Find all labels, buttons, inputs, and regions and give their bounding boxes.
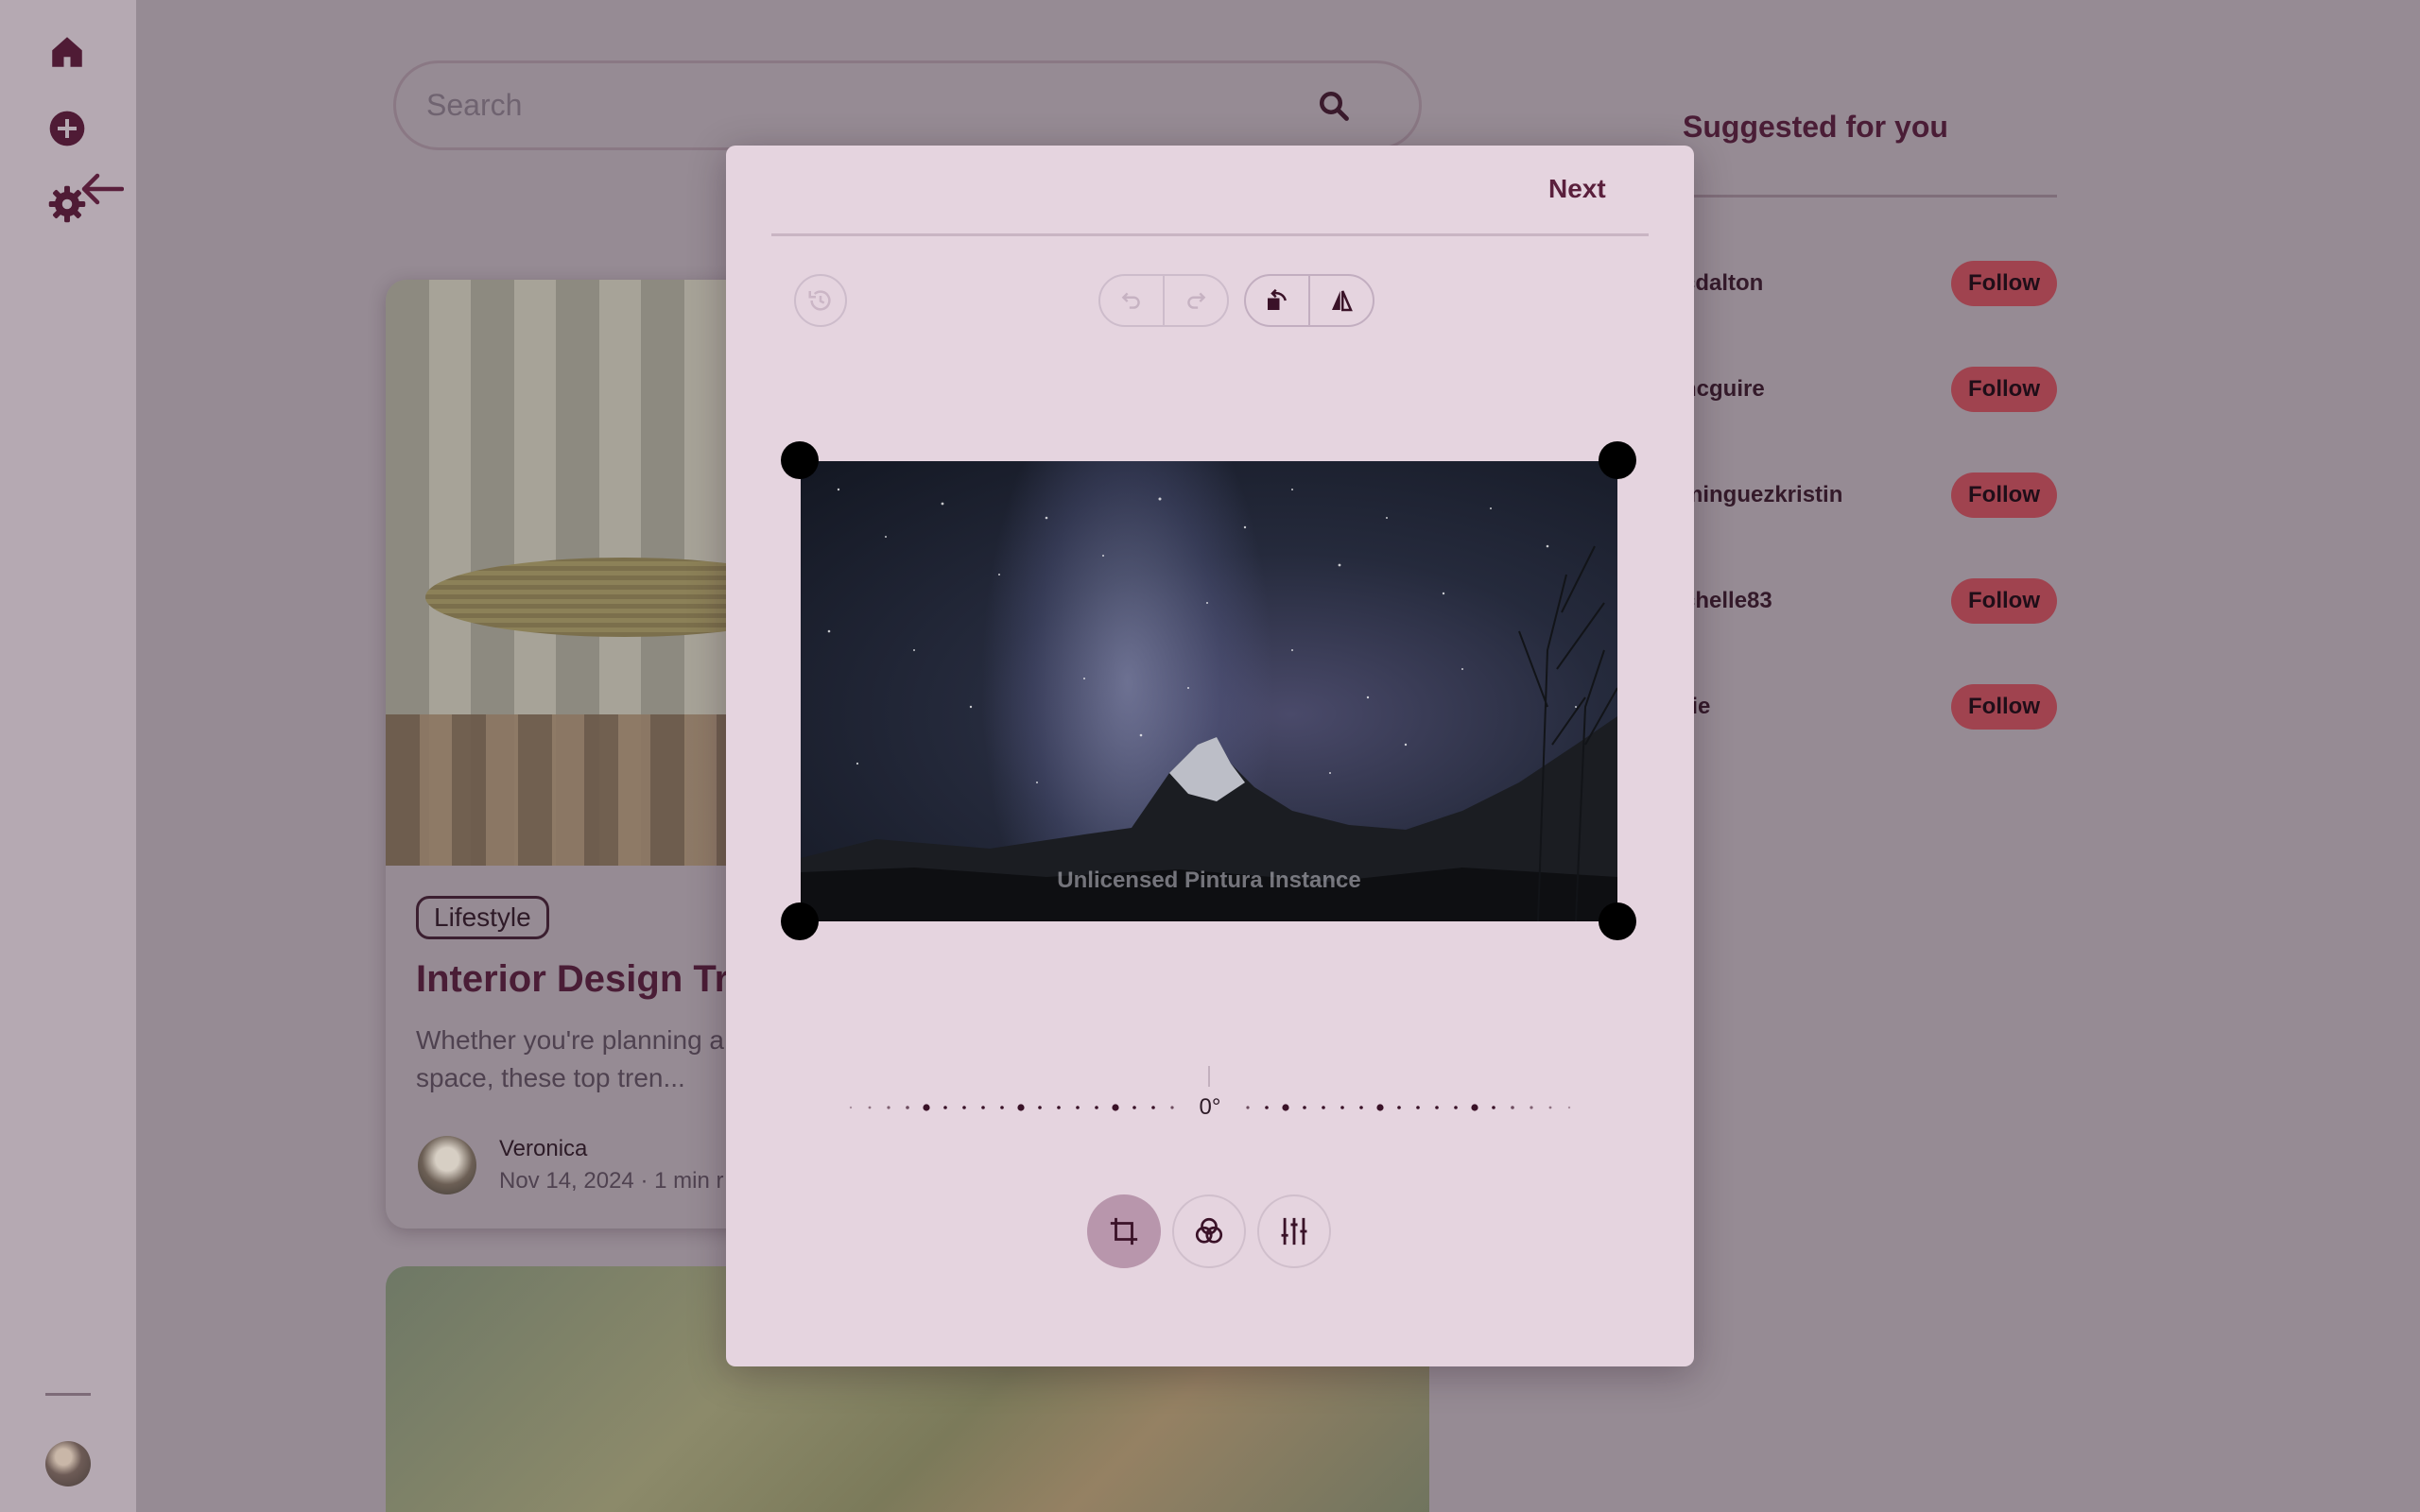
redo-icon [1187,292,1206,309]
post-author: Veronica Nov 14, 2024 · 1 min r [418,1136,723,1194]
suggested-user-row: rie Follow [1683,684,2057,730]
left-nav-rail [0,0,136,1512]
suggested-user-row: chelle83 Follow [1683,578,2057,624]
search-icon[interactable] [1317,89,1351,123]
crop-handle-bottom-right[interactable] [1599,902,1636,940]
history-button[interactable] [794,274,847,327]
profile-avatar[interactable] [45,1441,91,1486]
post-excerpt: Whether you're planning a space, these t… [416,1022,756,1097]
post-date: Nov 14, 2024 · 1 min r [499,1168,724,1194]
post-title[interactable]: Interior Design Tr [416,958,756,1001]
category-tag[interactable]: Lifestyle [416,896,549,939]
crop-mode-button[interactable] [1087,1194,1161,1268]
rotation-value: 0° [1199,1094,1221,1120]
crop-handle-top-right[interactable] [1599,441,1636,479]
flip-horizontal-icon [1332,290,1353,312]
starry-sky-photo [801,488,1617,921]
post-excerpt-line: space, these top tren... [416,1063,685,1092]
follow-button[interactable]: Follow [1951,261,2057,306]
suggested-user-row: cdalton Follow [1683,261,2057,306]
follow-button[interactable]: Follow [1951,578,2057,624]
follow-button[interactable]: Follow [1951,684,2057,730]
follow-button[interactable]: Follow [1951,472,2057,518]
suggested-username[interactable]: chelle83 [1683,588,1772,614]
home-icon[interactable] [45,30,89,74]
watermark-text: Unlicensed Pintura Instance [1057,868,1361,893]
suggested-heading: Suggested for you [1683,110,1948,144]
follow-button[interactable]: Follow [1951,367,2057,412]
author-name[interactable]: Veronica [499,1136,723,1162]
suggested-divider [1683,195,2057,198]
rail-divider [45,1393,91,1396]
search-bar[interactable]: Search [393,60,1422,150]
search-input[interactable]: Search [426,88,1317,123]
suggested-user-row: minguezkristin Follow [1683,472,2057,518]
adjust-mode-button[interactable] [1257,1194,1331,1268]
redo-button[interactable] [1163,276,1227,325]
flip-horizontal-button[interactable] [1308,276,1373,325]
crop-icon [1110,1217,1138,1246]
modal-header-divider [771,233,1649,236]
crop-image-canvas[interactable]: Unlicensed Pintura Instance [801,461,1617,921]
undo-icon [1121,292,1140,309]
add-icon[interactable] [45,107,89,150]
author-avatar[interactable] [418,1136,476,1194]
filter-mode-button[interactable] [1172,1194,1246,1268]
suggested-username[interactable]: minguezkristin [1683,482,1842,508]
next-button[interactable]: Next [1548,174,1606,204]
suggested-username[interactable]: cdalton [1683,270,1763,297]
suggested-user-row: ncguire Follow [1683,367,2057,412]
undo-redo-group [1098,274,1229,327]
back-arrow-icon[interactable] [79,166,125,212]
rotate-flip-group [1244,274,1374,327]
undo-button[interactable] [1100,276,1163,325]
suggested-username[interactable]: ncguire [1683,376,1765,403]
crop-handle-bottom-left[interactable] [781,902,819,940]
post-excerpt-line: Whether you're planning a [416,1025,724,1055]
rotate-left-button[interactable] [1246,276,1308,325]
crop-handle-top-left[interactable] [781,441,819,479]
history-icon [808,290,831,311]
sliders-icon [1281,1217,1307,1246]
filter-circles-icon [1195,1217,1223,1244]
rotate-left-icon [1268,288,1287,310]
